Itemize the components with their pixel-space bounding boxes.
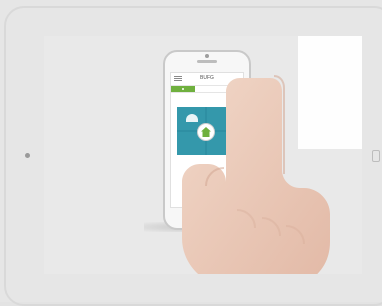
screen-glare — [298, 36, 362, 149]
tablet-frame: BUFG Raceback — [0, 0, 382, 306]
tablet-camera-icon — [25, 153, 30, 158]
phone-speaker — [197, 60, 217, 63]
tablet-screen: BUFG Raceback — [44, 36, 362, 274]
tablet-side-button — [372, 150, 380, 162]
phone-camera-icon — [205, 54, 209, 58]
